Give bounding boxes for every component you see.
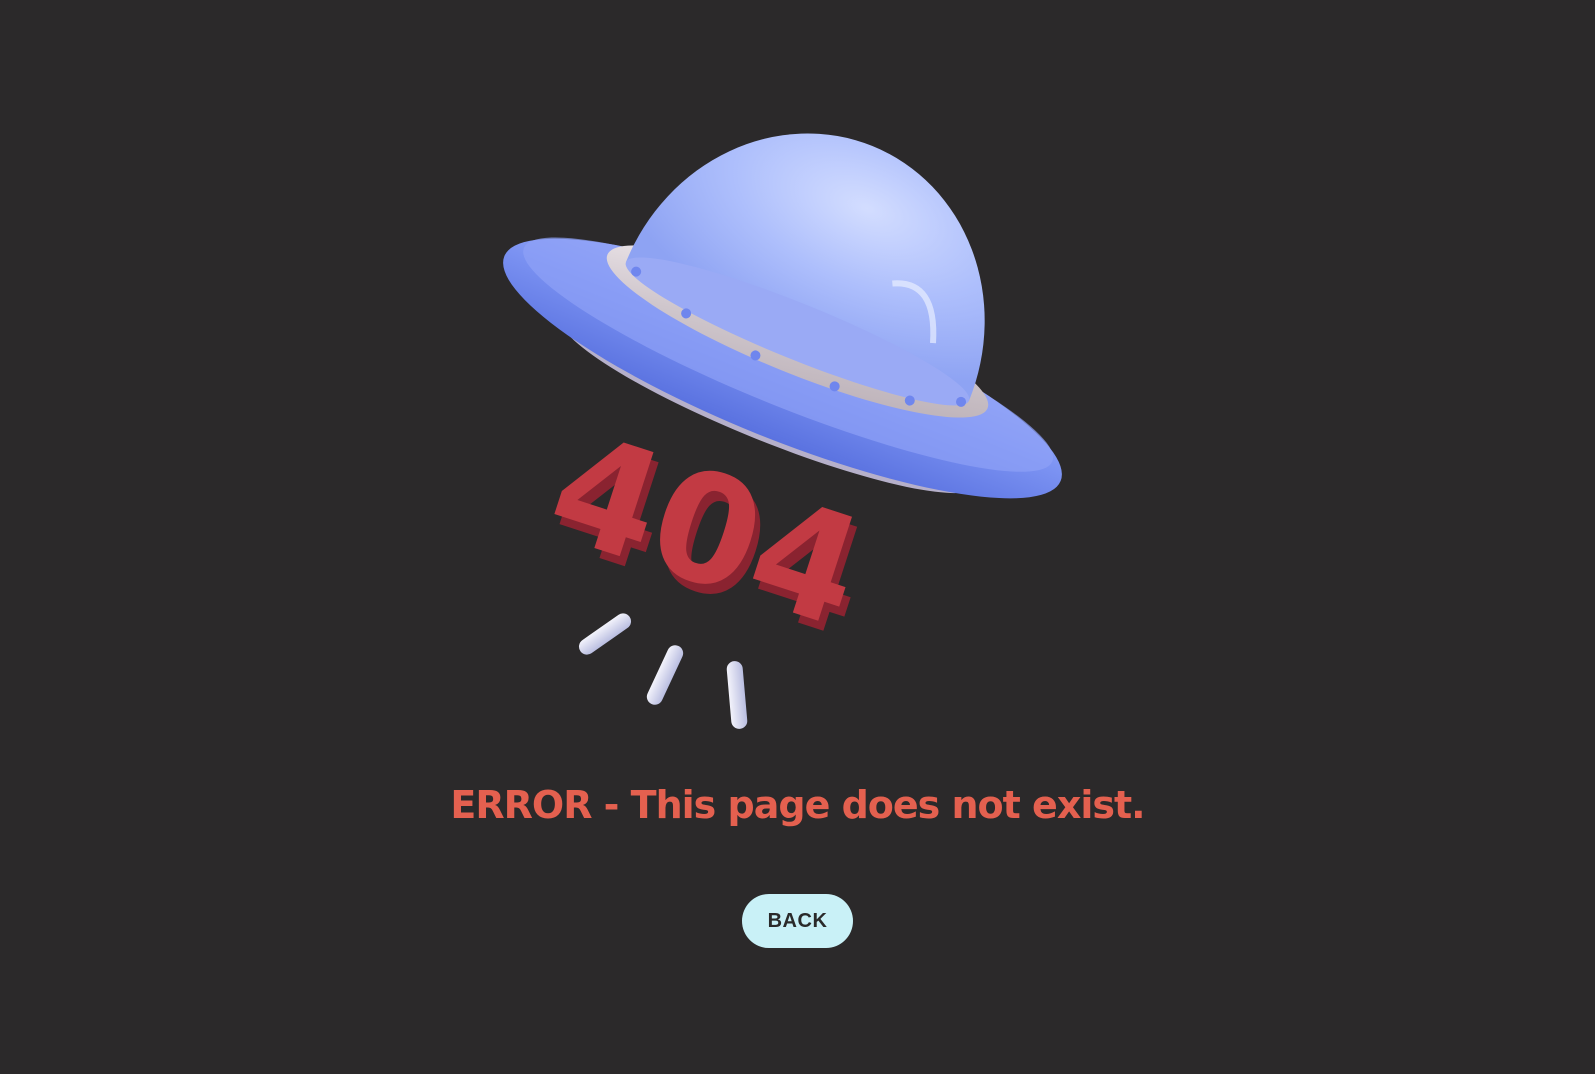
back-button[interactable]: BACK xyxy=(742,894,853,948)
ufo-404-illustration: 404 404 xyxy=(503,133,1062,729)
light-ray xyxy=(726,661,748,729)
light-ray xyxy=(646,645,684,705)
error-page: 404 404 ERROR - This page does not exist… xyxy=(0,0,1595,1074)
error-message: ERROR - This page does not exist. xyxy=(450,783,1145,827)
light-ray xyxy=(578,613,632,655)
